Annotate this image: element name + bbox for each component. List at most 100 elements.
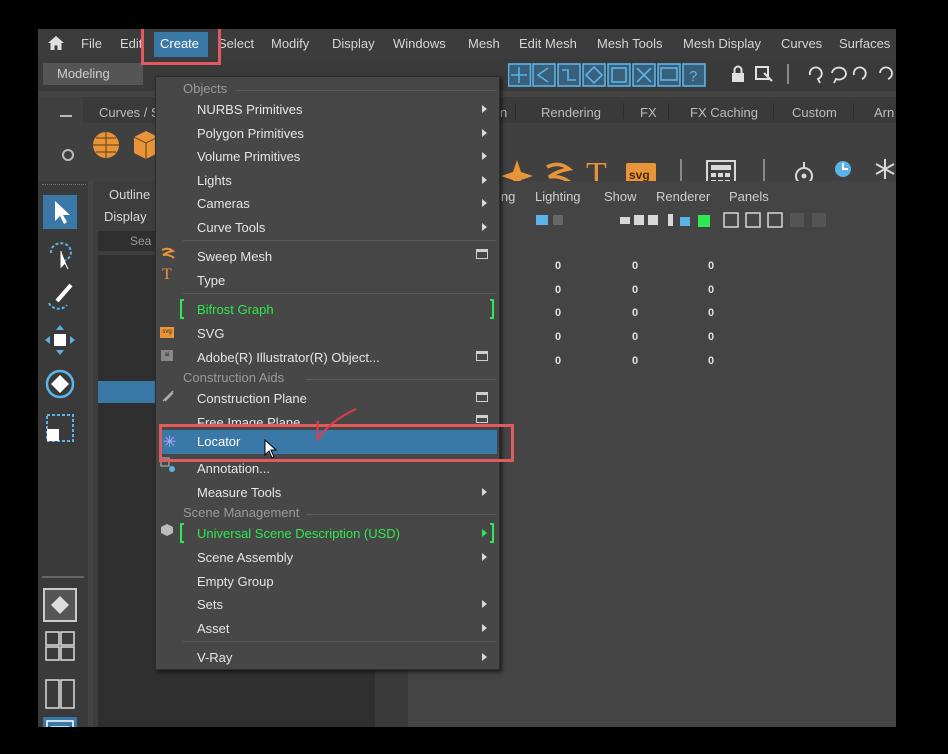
menu-item-lights[interactable]: Lights (197, 173, 232, 188)
tab-separator (515, 103, 516, 119)
lasso-icons[interactable] (806, 63, 896, 85)
select-tool-icon[interactable] (43, 195, 77, 229)
usd-bracket-right (490, 523, 494, 543)
bifrost-bracket-left (180, 299, 184, 319)
toolbox-grip (42, 184, 86, 188)
submenu-arrow-icon (482, 653, 487, 661)
viewport-toolbar-icons[interactable] (528, 211, 896, 229)
option-box-icon[interactable] (476, 392, 488, 402)
menu-item-svg[interactable]: SVG (197, 326, 224, 341)
menu-item-nurbs-primitives[interactable]: NURBS Primitives (197, 102, 302, 117)
snowflake-icon[interactable] (874, 157, 896, 181)
menu-item-sweep-mesh[interactable]: Sweep Mesh (197, 249, 272, 264)
menu-mesh-tools[interactable]: Mesh Tools (597, 36, 663, 51)
menu-surfaces[interactable]: Surfaces (839, 36, 890, 51)
menu-item-asset[interactable]: Asset (197, 621, 230, 636)
submenu-arrow-icon (482, 176, 487, 184)
lock-icon[interactable] (730, 65, 746, 83)
tab-separator (773, 103, 774, 119)
menu-item-vray[interactable]: V-Ray (197, 650, 232, 665)
menu-windows[interactable]: Windows (393, 36, 446, 51)
menu-curves[interactable]: Curves (781, 36, 822, 51)
outliner-layout-icon[interactable] (43, 717, 77, 727)
value-cell: 0 (708, 355, 715, 367)
tab-arnold[interactable]: Arn (874, 105, 894, 120)
menu-item-curve-tools[interactable]: Curve Tools (197, 220, 265, 235)
lasso-tool-icon[interactable] (43, 237, 77, 271)
layout-four-icon[interactable] (43, 629, 77, 663)
tab-rendering[interactable]: Rendering (541, 105, 601, 120)
move-tool-icon[interactable] (43, 323, 77, 357)
value-cell: 0 (632, 307, 639, 319)
layout-two-icon[interactable] (43, 677, 77, 711)
menu-modify[interactable]: Modify (271, 36, 309, 51)
menu-item-measure-tools[interactable]: Measure Tools (197, 485, 281, 500)
value-cell: 0 (632, 331, 639, 343)
submenu-arrow-icon (482, 105, 487, 113)
shelf-options-icon[interactable] (60, 115, 72, 117)
menu-item-sets[interactable]: Sets (197, 597, 223, 612)
menu-item-polygon-primitives[interactable]: Polygon Primitives (197, 126, 304, 141)
annotation-box-create (141, 29, 221, 65)
menu-mesh-display[interactable]: Mesh Display (683, 36, 761, 51)
selection-mask-icons[interactable]: ? (508, 63, 728, 87)
tab-separator (668, 103, 669, 119)
tab-custom[interactable]: Custom (792, 105, 837, 120)
menu-item-cameras[interactable]: Cameras (197, 196, 250, 211)
tab-fx[interactable]: FX (640, 105, 657, 120)
submenu-arrow-icon (482, 529, 487, 537)
home-icon[interactable] (47, 35, 65, 54)
option-box-icon[interactable] (476, 415, 488, 423)
outliner-search-field[interactable]: Sea (98, 231, 158, 251)
tab-curves[interactable]: Curves / S (99, 105, 160, 120)
menu-divider (183, 641, 496, 642)
select-camera-icon[interactable] (754, 65, 774, 83)
menu-mesh[interactable]: Mesh (468, 36, 500, 51)
layout-single-icon[interactable] (43, 588, 77, 622)
menu-item-type[interactable]: Type (197, 273, 225, 288)
value-cell: 0 (632, 284, 639, 296)
maya-window: File Edit Create Select Modify Display W… (38, 29, 896, 727)
menu-display[interactable]: Display (332, 36, 375, 51)
create-menu: Objects NURBS Primitives Polygon Primiti… (155, 76, 500, 670)
menu-item-usd[interactable]: Universal Scene Description (USD) (197, 526, 400, 541)
toolbox (38, 181, 88, 727)
viewport-menu-renderer[interactable]: Renderer (656, 189, 710, 204)
option-box-icon[interactable] (476, 249, 488, 259)
value-cell: 0 (555, 331, 562, 343)
paint-select-tool-icon[interactable] (43, 279, 77, 313)
menu-item-scene-assembly[interactable]: Scene Assembly (197, 550, 293, 565)
value-cell: 0 (555, 307, 562, 319)
outliner-display-menu[interactable]: Display (104, 209, 147, 224)
viewport-menu-lighting[interactable]: Lighting (535, 189, 581, 204)
rotate-tool-icon[interactable] (43, 367, 77, 401)
svg-label: svg (629, 168, 650, 182)
scale-tool-icon[interactable] (43, 411, 77, 445)
tab-partial[interactable]: n (500, 105, 507, 120)
viewport-menu-show[interactable]: Show (604, 189, 637, 204)
option-box-icon[interactable] (476, 351, 488, 361)
menu-item-empty-group[interactable]: Empty Group (197, 574, 274, 589)
section-construction-aids: Construction Aids (183, 370, 285, 385)
value-cell: 0 (632, 355, 639, 367)
menu-select[interactable]: Select (218, 36, 254, 51)
tab-fx-caching[interactable]: FX Caching (690, 105, 758, 120)
shelf-gear-icon[interactable] (62, 149, 74, 161)
tab-separator (853, 103, 854, 119)
menu-item-annotation[interactable]: Annotation... (197, 461, 270, 476)
menu-item-bifrost-graph[interactable]: Bifrost Graph (197, 302, 274, 317)
viewport-menu-shading[interactable]: ing (498, 189, 515, 204)
menu-item-volume-primitives[interactable]: Volume Primitives (197, 149, 300, 164)
menu-edit-mesh[interactable]: Edit Mesh (519, 36, 577, 51)
mode-dropdown[interactable]: Modeling (43, 63, 143, 85)
menu-divider (183, 240, 496, 241)
construction-plane-icon (162, 390, 174, 402)
menu-file[interactable]: File (81, 36, 102, 51)
value-cell: 0 (708, 331, 715, 343)
viewport-menu-panels[interactable]: Panels (729, 189, 769, 204)
value-cell: 0 (555, 284, 562, 296)
menu-item-illustrator-object[interactable]: Adobe(R) Illustrator(R) Object... (197, 350, 380, 365)
sphere-icon[interactable] (90, 129, 122, 161)
menu-item-construction-plane[interactable]: Construction Plane (197, 391, 307, 406)
submenu-arrow-icon (482, 488, 487, 496)
